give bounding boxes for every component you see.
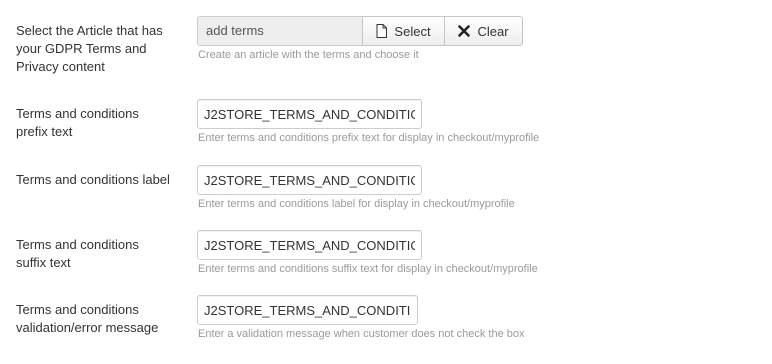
select-button[interactable]: Select	[362, 16, 445, 46]
prefix-label: Terms and conditions prefix text	[16, 106, 139, 139]
suffix-label: Terms and conditions suffix text	[16, 237, 139, 270]
validation-label: Terms and conditions validation/error me…	[16, 302, 159, 335]
cond-label-input[interactable]	[197, 165, 422, 195]
article-label: Select the Article that has your GDPR Te…	[16, 23, 163, 74]
cond-label-help-text: Enter terms and conditions label for dis…	[198, 198, 515, 210]
validation-input[interactable]	[197, 295, 418, 325]
article-select-group: add terms Select Clear	[197, 16, 523, 46]
clear-button[interactable]: Clear	[445, 16, 523, 46]
prefix-help-text: Enter terms and conditions prefix text f…	[198, 132, 540, 144]
suffix-input[interactable]	[197, 230, 422, 260]
cond-label-label: Terms and conditions label	[16, 172, 170, 187]
validation-help-text: Enter a validation message when customer…	[198, 328, 525, 340]
article-help-text: Create an article with the terms and cho…	[198, 49, 419, 61]
close-icon	[458, 25, 471, 37]
file-icon	[376, 24, 388, 38]
article-row: Select the Article that has your GDPR Te…	[0, 0, 772, 80]
select-button-label: Select	[394, 23, 431, 39]
clear-button-label: Clear	[477, 23, 509, 39]
prefix-input[interactable]	[197, 99, 422, 129]
suffix-help-text: Enter terms and conditions suffix text f…	[198, 263, 538, 275]
article-value-field[interactable]: add terms	[197, 16, 362, 46]
